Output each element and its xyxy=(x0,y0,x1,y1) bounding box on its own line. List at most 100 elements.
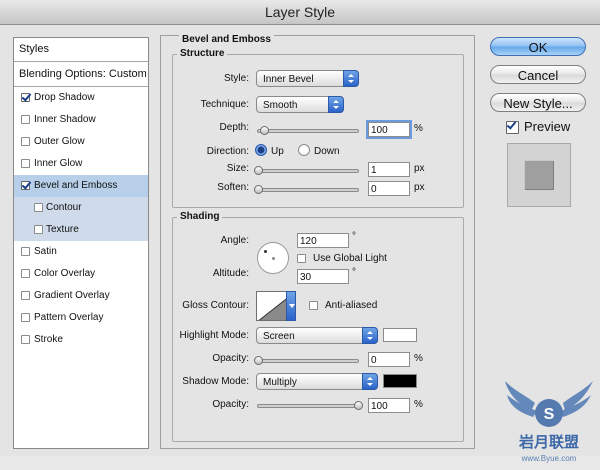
angle-field[interactable]: 120 xyxy=(297,233,349,248)
style-item-bevel-and-emboss[interactable]: Bevel and Emboss xyxy=(14,175,148,197)
altitude-field[interactable]: 30 xyxy=(297,269,349,284)
drop-shadow-checkbox[interactable] xyxy=(21,93,30,102)
gloss-contour-dropdown[interactable] xyxy=(286,291,296,321)
watermark-url: www.Byue.com xyxy=(521,454,577,463)
dialog-content: Styles Blending Options: Custom Drop Sha… xyxy=(0,25,600,463)
highlight-opacity-unit: % xyxy=(414,353,423,364)
shadow-mode-label: Shadow Mode: xyxy=(182,376,249,387)
style-item-inner-shadow[interactable]: Inner Shadow xyxy=(14,109,148,131)
gradient-overlay-checkbox[interactable] xyxy=(21,291,30,300)
style-item-outer-glow[interactable]: Outer Glow xyxy=(14,131,148,153)
style-popup[interactable]: Inner Bevel xyxy=(256,70,359,87)
bevel-emboss-panel: Bevel and Emboss Structure Style: Inner … xyxy=(160,34,475,449)
ok-button[interactable]: OK xyxy=(490,37,586,56)
highlight-mode-popup[interactable]: Screen xyxy=(256,327,378,344)
structure-title: Structure xyxy=(177,48,228,59)
style-item-gradient-overlay[interactable]: Gradient Overlay xyxy=(14,285,148,307)
style-item-label: Gradient Overlay xyxy=(34,290,110,301)
section-title: Bevel and Emboss xyxy=(179,34,274,45)
technique-label: Technique: xyxy=(200,99,249,110)
color-overlay-checkbox[interactable] xyxy=(21,269,30,278)
soften-slider-thumb[interactable] xyxy=(254,185,263,194)
inner-shadow-checkbox[interactable] xyxy=(21,115,30,124)
global-light-checkbox[interactable] xyxy=(297,254,306,263)
size-slider-thumb[interactable] xyxy=(254,166,263,175)
style-item-inner-glow[interactable]: Inner Glow xyxy=(14,153,148,175)
soften-label: Soften: xyxy=(217,182,249,193)
depth-unit: % xyxy=(414,123,423,134)
direction-label: Direction: xyxy=(206,146,249,157)
anti-aliased-label: Anti-aliased xyxy=(325,300,378,311)
shadow-opacity-label: Opacity: xyxy=(212,399,249,410)
highlight-color-swatch[interactable] xyxy=(383,328,417,342)
altitude-label: Altitude: xyxy=(212,268,249,279)
size-slider[interactable] xyxy=(254,166,359,175)
size-unit: px xyxy=(414,163,425,174)
direction-up-radio[interactable] xyxy=(255,144,267,156)
cancel-button[interactable]: Cancel xyxy=(490,65,586,84)
pattern-overlay-checkbox[interactable] xyxy=(21,313,30,322)
texture-checkbox[interactable] xyxy=(34,225,43,234)
style-item-label: Contour xyxy=(46,202,82,213)
style-item-texture[interactable]: Texture xyxy=(14,219,148,241)
blending-options-item[interactable]: Blending Options: Custom xyxy=(14,63,148,85)
style-item-pattern-overlay[interactable]: Pattern Overlay xyxy=(14,307,148,329)
size-label: Size: xyxy=(226,163,249,174)
winged-logo-icon: S 岩月联盟 www.Byue.com xyxy=(505,381,593,463)
shadow-color-swatch[interactable] xyxy=(383,374,417,388)
shadow-mode-popup[interactable]: Multiply xyxy=(256,373,378,390)
direction-up-label: Up xyxy=(271,146,284,157)
highlight-mode-value: Screen xyxy=(263,331,295,342)
technique-popup[interactable]: Smooth xyxy=(256,96,344,113)
shadow-opacity-field[interactable]: 100 xyxy=(368,398,410,413)
preview-swatch xyxy=(524,160,554,190)
global-light-label: Use Global Light xyxy=(313,253,387,264)
styles-header[interactable]: Styles xyxy=(14,38,148,60)
technique-popup-value: Smooth xyxy=(263,100,298,111)
angle-dial[interactable] xyxy=(257,242,289,274)
highlight-opacity-slider[interactable] xyxy=(254,356,359,365)
satin-checkbox[interactable] xyxy=(21,247,30,256)
highlight-opacity-label: Opacity: xyxy=(212,353,249,364)
shadow-opacity-thumb[interactable] xyxy=(354,401,363,410)
soften-field[interactable]: 0 xyxy=(368,181,410,196)
inner-glow-checkbox[interactable] xyxy=(21,159,30,168)
direction-down-radio[interactable] xyxy=(298,144,310,156)
window-title: Layer Style xyxy=(0,0,600,25)
soften-slider[interactable] xyxy=(254,185,359,194)
style-item-color-overlay[interactable]: Color Overlay xyxy=(14,263,148,285)
style-preview xyxy=(507,143,571,207)
style-item-label: Inner Shadow xyxy=(34,114,96,125)
depth-slider-thumb[interactable] xyxy=(260,126,269,135)
new-style-button[interactable]: New Style... xyxy=(490,93,586,112)
soften-unit: px xyxy=(414,182,425,193)
shadow-opacity-unit: % xyxy=(414,399,423,410)
divider xyxy=(14,61,148,62)
size-field[interactable]: 1 xyxy=(368,162,410,177)
blending-options-label: Blending Options: Custom xyxy=(19,68,147,80)
shadow-opacity-slider[interactable] xyxy=(257,401,363,410)
chevron-updown-icon xyxy=(328,96,344,113)
depth-field[interactable]: 100 xyxy=(366,120,412,139)
style-item-drop-shadow[interactable]: Drop Shadow xyxy=(14,87,148,109)
gloss-contour-label: Gloss Contour: xyxy=(182,300,249,311)
style-item-label: Texture xyxy=(46,224,79,235)
bevel-emboss-checkbox[interactable] xyxy=(21,181,30,190)
outer-glow-checkbox[interactable] xyxy=(21,137,30,146)
chevron-updown-icon xyxy=(362,327,378,344)
stroke-checkbox[interactable] xyxy=(21,335,30,344)
anti-aliased-checkbox[interactable] xyxy=(309,301,318,310)
style-item-contour[interactable]: Contour xyxy=(14,197,148,219)
style-item-label: Drop Shadow xyxy=(34,92,95,103)
watermark-letter: S xyxy=(544,406,555,423)
style-item-label: Pattern Overlay xyxy=(34,312,104,323)
style-item-satin[interactable]: Satin xyxy=(14,241,148,263)
angle-unit: ° xyxy=(352,231,356,242)
contour-checkbox[interactable] xyxy=(34,203,43,212)
style-item-stroke[interactable]: Stroke xyxy=(14,329,148,351)
highlight-opacity-thumb[interactable] xyxy=(254,356,263,365)
preview-checkbox[interactable] xyxy=(506,121,519,134)
watermark-brand: 岩月联盟 xyxy=(518,433,579,451)
highlight-opacity-field[interactable]: 0 xyxy=(368,352,410,367)
depth-slider[interactable] xyxy=(257,126,359,135)
